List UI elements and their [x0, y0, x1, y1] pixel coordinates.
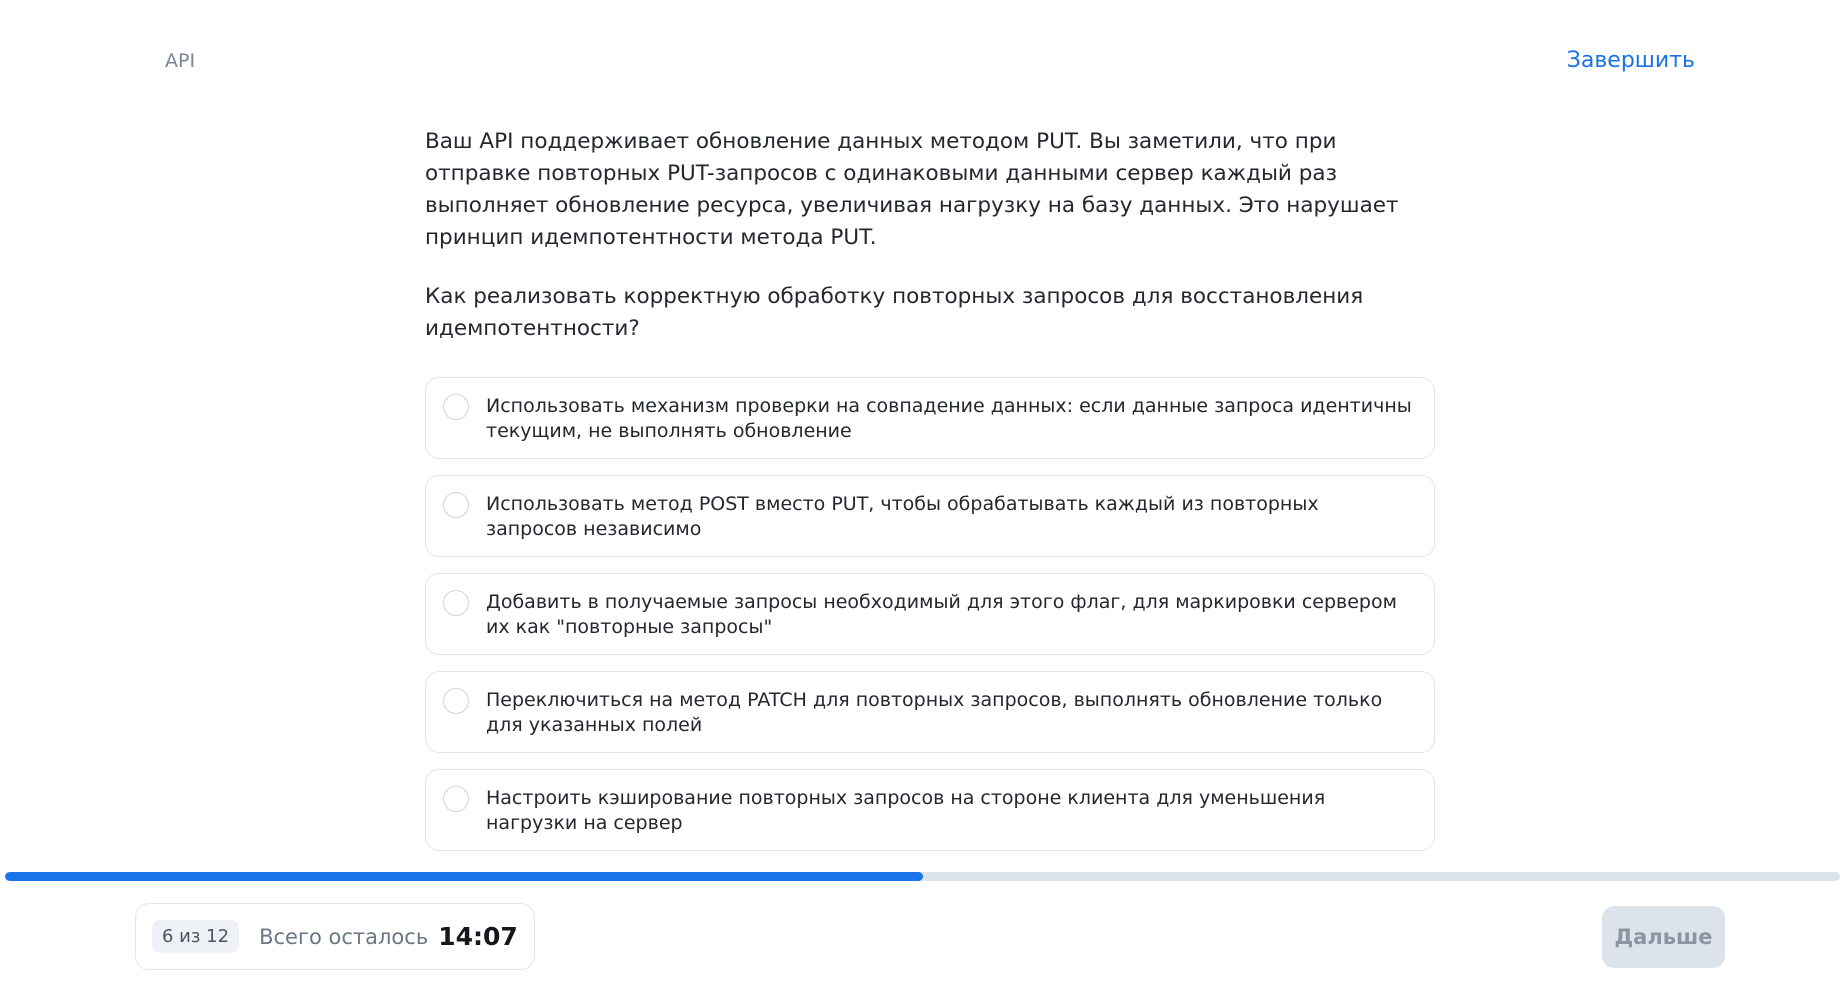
radio-button-icon[interactable]: [443, 394, 469, 420]
answer-option[interactable]: Добавить в получаемые запросы необходимы…: [425, 573, 1435, 655]
radio-button-icon[interactable]: [443, 492, 469, 518]
top-bar: API Завершить: [0, 0, 1840, 110]
question-text: Ваш API поддерживает обновление данных м…: [425, 129, 1399, 250]
radio-button-icon[interactable]: [443, 590, 469, 616]
finish-button[interactable]: Завершить: [1567, 48, 1695, 73]
time-left-label: Всего осталось: [259, 924, 429, 949]
answer-option-label: Переключиться на метод PATCH для повторн…: [486, 689, 1383, 736]
section-label: API: [165, 50, 196, 72]
answer-option[interactable]: Настроить кэширование повторных запросов…: [425, 769, 1435, 851]
question-counter-badge: 6 из 12: [152, 920, 240, 953]
progress-bar-fill: [5, 872, 923, 881]
radio-button-icon[interactable]: [443, 786, 469, 812]
answer-option[interactable]: Использовать механизм проверки на совпад…: [425, 377, 1435, 459]
question-prompt: Как реализовать корректную обработку пов…: [425, 284, 1364, 341]
answer-option-label: Использовать механизм проверки на совпад…: [486, 395, 1412, 442]
answer-option-label: Добавить в получаемые запросы необходимы…: [486, 591, 1397, 638]
answer-option[interactable]: Переключиться на метод PATCH для повторн…: [425, 671, 1435, 753]
answer-option-label: Настроить кэширование повторных запросов…: [486, 787, 1326, 834]
answer-option-label: Использовать метод POST вместо PUT, чтоб…: [486, 493, 1319, 540]
next-button[interactable]: Дальше: [1602, 906, 1725, 968]
radio-button-icon[interactable]: [443, 688, 469, 714]
progress-bar: [5, 872, 1840, 881]
answer-option[interactable]: Использовать метод POST вместо PUT, чтоб…: [425, 475, 1435, 557]
answer-options: Использовать механизм проверки на совпад…: [425, 377, 1435, 851]
time-left-value: 14:07: [438, 922, 518, 951]
question-content: Ваш API поддерживает обновление данных м…: [425, 126, 1435, 867]
status-panel: 6 из 12 Всего осталось 14:07: [135, 903, 535, 970]
